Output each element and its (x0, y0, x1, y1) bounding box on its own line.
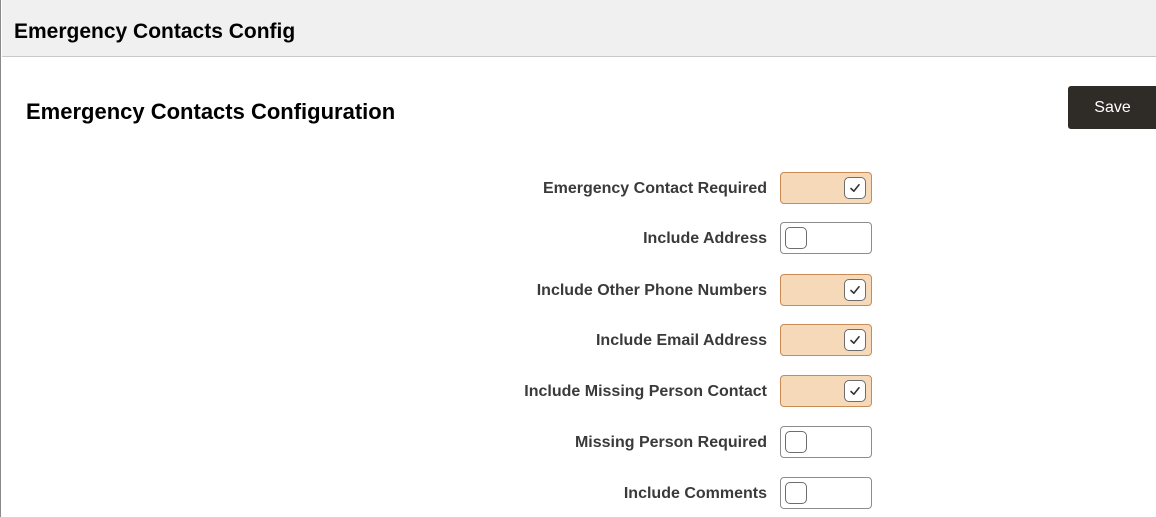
checked-square-icon (844, 279, 866, 301)
field-row-include-other-phone-numbers: Include Other Phone Numbers (1, 274, 1156, 306)
field-row-include-missing-person-contact: Include Missing Person Contact (1, 375, 1156, 407)
page-title: Emergency Contacts Config (14, 20, 296, 43)
field-label: Include Missing Person Contact (524, 383, 767, 400)
field-row-missing-person-required: Missing Person Required (1, 426, 1156, 458)
checkbox-include-email-address[interactable] (780, 324, 872, 356)
page-frame: Emergency Contacts Config Emergency Cont… (0, 0, 1156, 517)
save-button[interactable]: Save (1068, 86, 1156, 129)
checked-square-icon (844, 329, 866, 351)
checked-square-icon (844, 380, 866, 402)
field-row-emergency-contact-required: Emergency Contact Required (1, 172, 1156, 204)
checkmark-icon (850, 387, 860, 395)
checkbox-include-other-phone-numbers[interactable] (780, 274, 872, 306)
field-label: Missing Person Required (574, 434, 767, 451)
empty-checkbox-icon (785, 482, 807, 504)
checked-square-icon (844, 177, 866, 199)
field-label: Include Other Phone Numbers (536, 282, 767, 299)
checkbox-include-missing-person-contact[interactable] (780, 375, 872, 407)
field-label: Include Comments (623, 485, 767, 502)
checkbox-include-comments[interactable] (780, 477, 872, 509)
checkbox-missing-person-required[interactable] (780, 426, 872, 458)
field-row-include-address: Include Address (1, 222, 1156, 254)
field-label: Include Email Address (595, 332, 767, 349)
checkmark-icon (850, 286, 860, 294)
empty-checkbox-icon (785, 431, 807, 453)
checkmark-icon (850, 184, 860, 192)
checkmark-icon (850, 336, 860, 344)
field-row-include-comments: Include Comments (1, 477, 1156, 509)
field-label: Include Address (643, 230, 767, 247)
field-row-include-email-address: Include Email Address (1, 324, 1156, 356)
field-label: Emergency Contact Required (542, 180, 767, 197)
empty-checkbox-icon (785, 227, 807, 249)
checkbox-emergency-contact-required[interactable] (780, 172, 872, 204)
section-heading: Emergency Contacts Configuration (26, 99, 396, 124)
title-bar: Emergency Contacts Config (2, 0, 1156, 57)
checkbox-include-address[interactable] (780, 222, 872, 254)
